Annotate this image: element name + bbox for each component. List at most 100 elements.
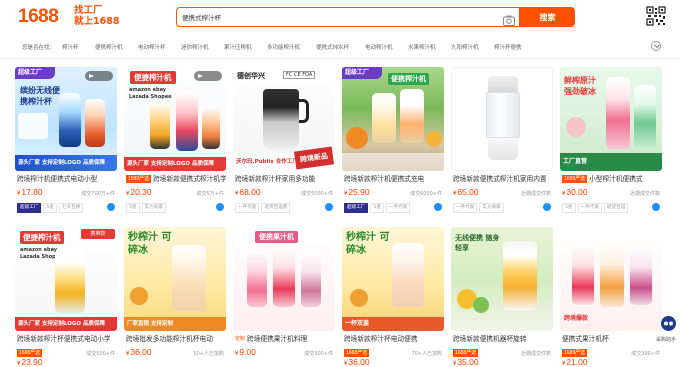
- price-value: 30.00: [566, 187, 588, 197]
- video-play-icon[interactable]: [194, 71, 222, 81]
- image-headline: 鲜榨原汁 强劲破冰: [564, 76, 596, 96]
- product-card[interactable]: 超级工厂 便携榨汁机 跨境新款榨汁机便携式充电 ¥25.90 成交6000+件 …: [342, 67, 444, 217]
- product-sales: 近期成交件数: [520, 191, 551, 197]
- product-title[interactable]: 跨境新款便携式榨汁机家用内置: [453, 173, 553, 185]
- blender-red: [273, 247, 295, 307]
- image-headline: 缤纷无线便携榨汁杯: [20, 86, 60, 106]
- product-title[interactable]: 跨境批发多功能榨汁机杯电动: [126, 333, 226, 345]
- blender-pink: [606, 77, 630, 149]
- product-image[interactable]: 跨境爆款: [560, 227, 662, 331]
- product-image[interactable]: 鲜榨原汁 强劲破冰 工厂直营: [560, 67, 662, 171]
- product-sales: 成交700万+件: [81, 191, 115, 197]
- product-sales: 成交6000+件: [410, 191, 442, 197]
- product-image[interactable]: 便携果汁机: [233, 227, 335, 331]
- service-tag: 实力商家: [479, 203, 504, 213]
- product-image[interactable]: 超级工厂 便携榨汁机: [342, 67, 444, 171]
- expand-categories-button[interactable]: [651, 41, 661, 51]
- product-title[interactable]: 跨境新款榨汁杯便携式电动小学: [17, 333, 117, 345]
- search-box: [176, 7, 520, 27]
- product-sales: 50+人已加购: [193, 351, 224, 357]
- related-search-item[interactable]: 榨汁杯便携: [494, 43, 522, 51]
- related-search-row: 您是否在找： 榨汁杯 便携榨汁机 电动榨汁杯 迷你榨汁机 果汁压榨机 多功能榨汁…: [0, 37, 680, 57]
- site-slogan: 找工厂 就上1688: [74, 5, 119, 27]
- related-search-item[interactable]: 九阳榨汁机: [451, 43, 479, 51]
- product-price: ¥65.00: [453, 187, 479, 197]
- product-image[interactable]: 便捷榨汁机 携带款 amazon ebay Lazada Shopee 源头厂家 …: [15, 227, 117, 331]
- product-card[interactable]: 超级工厂 缤纷无线便携榨汁杯 源头厂家 支持定制LOGO 品质保障 跨境榨汁机便…: [15, 67, 117, 217]
- product-image[interactable]: 便捷榨汁机 amazon ebay Lazada Shopee 源头厂家 支持定制…: [124, 67, 226, 171]
- product-image[interactable]: 秒榨汁 可碎冰 厂家直销 支持定制: [124, 227, 226, 331]
- product-title[interactable]: 定制 跨境便携果汁机料理: [235, 333, 335, 345]
- search-input[interactable]: [182, 8, 492, 26]
- site-logo[interactable]: 1688: [18, 6, 59, 28]
- slogan-line-1: 找工厂: [74, 5, 103, 16]
- related-search-item[interactable]: 电动榨汁机: [365, 43, 393, 51]
- related-search-item[interactable]: 果汁压榨机: [224, 43, 252, 51]
- related-search-item[interactable]: 电动榨汁杯: [138, 43, 166, 51]
- blender-base: [488, 138, 518, 160]
- product-title[interactable]: 1688严选 跨境新款便携式榨汁机学: [126, 173, 226, 185]
- image-headline: 便捷榨汁机: [20, 231, 64, 244]
- related-search-item[interactable]: 迷你榨汁机: [181, 43, 209, 51]
- product-card[interactable]: 跨境爆款 便携式果汁机杯 1688严选 ¥21.00 成交300+件: [560, 227, 662, 367]
- related-search-label: 您是否在找：: [22, 45, 56, 51]
- more-options-icon[interactable]: [216, 203, 224, 211]
- blender-red: [572, 245, 594, 305]
- product-card[interactable]: 无线便携 随身轻享 跨境新款便携机器杯旋转 1688严选 ¥35.00 近期成交件…: [451, 227, 553, 367]
- purchase-assistant-button[interactable]: [661, 316, 676, 331]
- product-card[interactable]: 秒榨汁 可碎冰 厂家直销 支持定制 跨境批发多功能榨汁机杯电动 ¥36.00 5…: [124, 227, 226, 367]
- video-play-icon[interactable]: [85, 71, 113, 81]
- product-card[interactable]: 跨境新款便携式榨汁机家用内置 ¥65.00 近期成交件数 一件代发 实力商家: [451, 67, 553, 217]
- search-button[interactable]: 搜索: [520, 7, 575, 27]
- product-title[interactable]: 跨境新款榨汁杯电动便携: [344, 333, 444, 345]
- product-title[interactable]: 跨境新款榨汁杯家用多功能: [235, 173, 335, 185]
- title-text: 跨境便携果汁机料理: [247, 335, 308, 343]
- product-image[interactable]: 秒榨汁 可碎冰 一杯双盖: [342, 227, 444, 331]
- product-image[interactable]: 德创华兴 FC CE FDA 沃尔玛.Publix 合作工厂 跨境新品: [233, 67, 335, 171]
- more-options-icon[interactable]: [107, 203, 115, 211]
- yanxuan-badge: 1688严选: [562, 175, 588, 183]
- price-value: 35.00: [457, 357, 479, 367]
- product-title[interactable]: 跨境新款便携机器杯旋转: [453, 333, 553, 345]
- related-search-item[interactable]: 便携榨汁机: [95, 43, 123, 51]
- header-divider: [0, 58, 680, 59]
- related-search-item[interactable]: 榨汁杯: [62, 43, 79, 51]
- related-search-item[interactable]: 便携式炖水杯: [316, 43, 349, 51]
- related-search-item[interactable]: 多功能榨汁机: [267, 43, 300, 51]
- product-title[interactable]: 跨境榨汁机便携式电动小型: [17, 173, 117, 185]
- product-image[interactable]: [451, 67, 553, 171]
- more-options-icon[interactable]: [652, 203, 660, 211]
- orange-fruit: [346, 127, 368, 149]
- product-card[interactable]: 便携果汁机 定制 跨境便携果汁机料理 ¥9.00 成交300+件: [233, 227, 335, 367]
- blender-black: [263, 89, 299, 149]
- related-search-item[interactable]: 水果榨汁机: [408, 43, 436, 51]
- price-value: 36.00: [130, 347, 152, 357]
- product-title[interactable]: 跨境新款榨汁机便携式充电: [344, 173, 444, 185]
- product-image[interactable]: 无线便携 随身轻享: [451, 227, 553, 331]
- product-card[interactable]: 便捷榨汁机 amazon ebay Lazada Shopee 源头厂家 支持定制…: [124, 67, 226, 217]
- product-image[interactable]: 超级工厂 缤纷无线便携榨汁杯 源头厂家 支持定制LOGO 品质保障: [15, 67, 117, 171]
- qr-code-icon[interactable]: [646, 6, 666, 26]
- product-price: 1688严选 ¥36.00: [344, 349, 370, 367]
- product-card[interactable]: 鲜榨原汁 强劲破冰 工厂直营 1688严选 小型榨汁机便携式 ¥30.00 近期成…: [560, 67, 662, 217]
- more-options-icon[interactable]: [434, 203, 442, 211]
- super-factory-badge: 超级工厂: [15, 67, 55, 79]
- more-options-icon[interactable]: [325, 203, 333, 211]
- product-tags: 超级工厂 5星 七天包换: [17, 203, 85, 213]
- image-footer-banner: 工厂直营: [560, 153, 662, 171]
- product-price: ¥68.00: [235, 187, 261, 197]
- blender-orange: [85, 99, 105, 147]
- product-sales: 成交300+件: [304, 351, 333, 357]
- certification-icons: FC CE FDA: [283, 71, 316, 79]
- product-card[interactable]: 秒榨汁 可碎冰 一杯双盖 跨境新款榨汁杯电动便携 1688严选 ¥36.00 70…: [342, 227, 444, 367]
- blender-rose: [301, 253, 321, 307]
- blender-purple: [630, 247, 652, 305]
- product-card[interactable]: 便捷榨汁机 携带款 amazon ebay Lazada Shopee 源头厂家 …: [15, 227, 117, 367]
- camera-icon[interactable]: [503, 11, 515, 26]
- product-card[interactable]: 德创华兴 FC CE FDA 沃尔玛.Publix 合作工厂 跨境新品 跨境新款…: [233, 67, 335, 217]
- more-options-icon[interactable]: [543, 203, 551, 211]
- product-title[interactable]: 便携式果汁机杯: [562, 333, 662, 345]
- product-price: 1688严选 ¥35.00: [453, 349, 479, 367]
- product-title[interactable]: 1688严选 小型榨汁机便携式: [562, 173, 662, 185]
- service-tag: 七天包换: [58, 203, 84, 213]
